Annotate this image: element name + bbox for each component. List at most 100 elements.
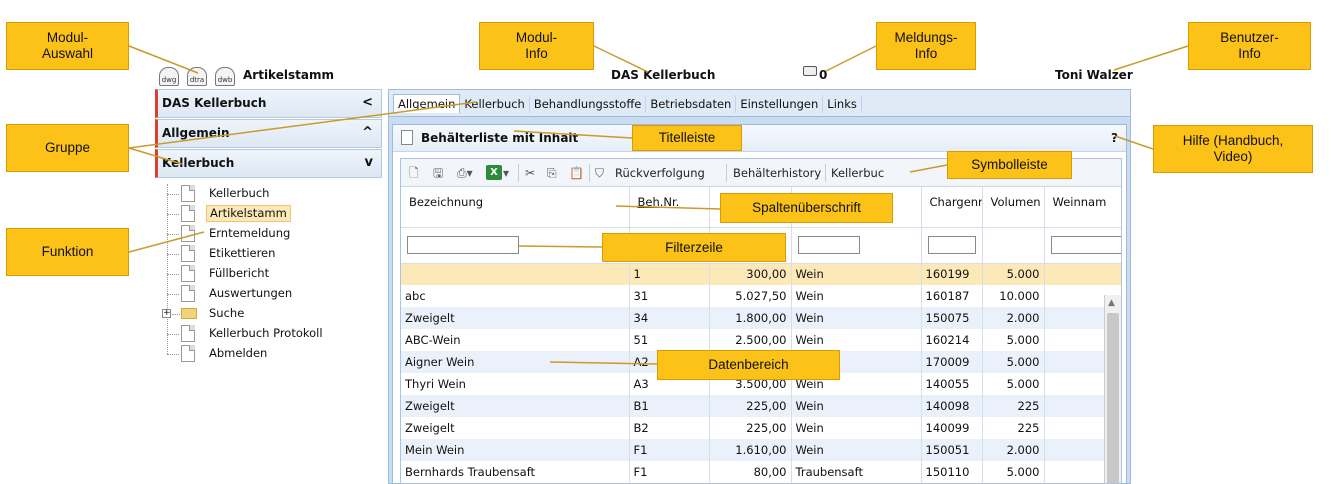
- sidebar-item-etikettieren[interactable]: Etikettieren: [155, 244, 382, 264]
- sidebar-item-label: Etikettieren: [209, 246, 276, 260]
- module-dtra-icon[interactable]: dtra: [187, 67, 207, 86]
- group-kellerbuch[interactable]: Kellerbuch v: [155, 149, 382, 178]
- group-label: Allgemein: [162, 126, 230, 140]
- table-row[interactable]: Bernhards Traubensaft F1 80,00 Traubensaft 1…: [401, 461, 1121, 483]
- paste-icon[interactable]: 📋: [569, 164, 584, 182]
- sidebar-item-fuellbericht[interactable]: Füllbericht: [155, 264, 382, 284]
- table-row[interactable]: Zweigelt B1 225,00 Wein 140098 225: [401, 395, 1121, 417]
- callout-funktion: Funktion: [6, 228, 129, 276]
- sidebar-item-label: Erntemeldung: [209, 226, 291, 240]
- scrollbar-thumb[interactable]: [1107, 313, 1119, 483]
- sidebar-item-auswertungen[interactable]: Auswertungen: [155, 284, 382, 304]
- chevron-down-icon[interactable]: ▾: [503, 164, 509, 182]
- sidebar-item-abmelden[interactable]: Abmelden: [155, 344, 382, 364]
- callout-hilfe: Hilfe (Handbuch, Video): [1153, 125, 1313, 173]
- folder-icon: [181, 308, 197, 319]
- filter-icon[interactable]: ⛉: [595, 164, 604, 182]
- document-icon: [181, 325, 195, 342]
- user-info[interactable]: Toni Walzer: [1055, 68, 1133, 82]
- document-icon: [181, 345, 195, 362]
- toolbar-link-kellerbuch[interactable]: Kellerbuc: [831, 166, 884, 180]
- callout-symbolleiste: Symbolleiste: [947, 151, 1072, 179]
- callout-titelleiste: Titelleiste: [632, 125, 742, 151]
- messages[interactable]: 0: [803, 64, 827, 82]
- tab-einstellungen[interactable]: Einstellungen: [736, 95, 824, 113]
- callout-gruppe: Gruppe: [6, 124, 129, 172]
- table-row[interactable]: Mein Wein F1 1.610,00 Wein 150051 2.000: [401, 439, 1121, 461]
- column-header-bezeichnung[interactable]: Bezeichnung: [401, 187, 630, 228]
- save-icon[interactable]: 🖫: [433, 164, 443, 182]
- sidebar-item-label: Füllbericht: [209, 266, 270, 280]
- callout-meldungs-info: Meldungs- Info: [876, 22, 976, 70]
- column-header-volumen[interactable]: Volumen: [982, 187, 1045, 228]
- sidebar-item-label: Kellerbuch Protokoll: [209, 326, 323, 340]
- column-header-weinname[interactable]: Weinnam: [1044, 187, 1121, 228]
- tab-kellerbuch[interactable]: Kellerbuch: [460, 95, 530, 113]
- filter-input-bezeichnung[interactable]: [407, 236, 519, 254]
- tab-links[interactable]: Links: [823, 95, 862, 113]
- module-dwb-icon[interactable]: dwb: [215, 67, 235, 86]
- filter-input[interactable]: [797, 236, 860, 254]
- callout-datenbereich: Datenbereich: [657, 350, 840, 380]
- sidebar-item-label: Auswertungen: [209, 286, 293, 300]
- tab-betriebsdaten[interactable]: Betriebsdaten: [646, 95, 737, 113]
- sidebar-item-artikelstamm[interactable]: Artikelstamm: [155, 204, 382, 224]
- module-info: DAS Kellerbuch: [611, 68, 716, 82]
- table-row[interactable]: ABC-Wein 51 2.500,00 Wein 160214 5.000: [401, 329, 1121, 351]
- sidebar-item-label: Artikelstamm: [206, 205, 291, 222]
- sidebar-item-label: Suche: [209, 306, 245, 320]
- document-icon: [181, 265, 195, 282]
- callout-modul-info: Modul- Info: [479, 22, 594, 70]
- main-area: Allgemein Kellerbuch Behandlungsstoffe Betr…: [388, 89, 1131, 484]
- tab-bar: Allgemein Kellerbuch Behandlungsstoffe Betr…: [389, 90, 1130, 117]
- callout-spaltenueberschrift: Spaltenüberschrift: [720, 193, 893, 223]
- new-document-icon[interactable]: 🗋: [409, 164, 419, 182]
- function-tree: Kellerbuch Artikelstamm Erntemeldung Eti…: [155, 184, 382, 364]
- chevron-left-icon: <: [362, 95, 373, 110]
- excel-icon[interactable]: X: [486, 165, 502, 180]
- sidebar-item-label: Kellerbuch: [209, 186, 270, 200]
- document-icon: [181, 185, 195, 202]
- sidebar-item-erntemeldung[interactable]: Erntemeldung: [155, 224, 382, 244]
- tab-behandlungsstoffe[interactable]: Behandlungsstoffe: [530, 95, 647, 113]
- group-label: Kellerbuch: [162, 156, 235, 170]
- expand-icon[interactable]: +: [162, 309, 171, 318]
- chevron-down-icon: v: [364, 155, 373, 170]
- top-bar: dwg dtra dwb Artikelstamm DAS Kellerbuch…: [155, 60, 1331, 88]
- group-das-kellerbuch[interactable]: DAS Kellerbuch <: [155, 89, 382, 118]
- toolbar-link-behaelterhistory[interactable]: Behälterhistory: [733, 166, 821, 180]
- filter-input-weinname[interactable]: [1050, 236, 1121, 254]
- table-row[interactable]: 1 300,00 Wein 160199 5.000: [401, 263, 1121, 285]
- vertical-scrollbar[interactable]: ▲: [1104, 295, 1121, 483]
- chevron-up-icon: ^: [362, 125, 373, 140]
- sidebar-item-suche[interactable]: + Suche: [155, 304, 382, 324]
- help-button[interactable]: ?: [1111, 131, 1118, 145]
- group-allgemein[interactable]: Allgemein ^: [155, 119, 382, 148]
- module-dwg-icon[interactable]: dwg: [159, 67, 179, 86]
- sidebar: DAS Kellerbuch < Allgemein ^ Kellerbuch …: [155, 89, 382, 484]
- document-icon: [401, 130, 413, 145]
- column-header-chargennr[interactable]: Chargenr: [921, 187, 983, 228]
- document-icon: [181, 205, 195, 222]
- callout-filterzeile: Filterzeile: [602, 233, 786, 262]
- table-row[interactable]: Zweigelt 34 1.800,00 Wein 150075 2.000: [401, 307, 1121, 329]
- toolbar-link-rueckverfolgung[interactable]: Rückverfolgung: [615, 166, 705, 180]
- sidebar-item-kellerbuch[interactable]: Kellerbuch: [155, 184, 382, 204]
- print-icon[interactable]: ⎙▾: [457, 164, 473, 182]
- filter-input-chargennr[interactable]: [927, 236, 976, 254]
- tab-allgemein[interactable]: Allgemein: [393, 94, 461, 113]
- sidebar-item-kellerbuch-protokoll[interactable]: Kellerbuch Protokoll: [155, 324, 382, 344]
- table-row[interactable]: abc 31 5.027,50 Wein 160187 10.000: [401, 285, 1121, 307]
- scroll-up-icon[interactable]: ▲: [1108, 298, 1115, 308]
- copy-icon[interactable]: ⎘: [547, 164, 557, 182]
- sidebar-item-label: Abmelden: [209, 346, 268, 360]
- document-icon: [181, 285, 195, 302]
- title-bar: Behälterliste mit Inhalt ?: [393, 125, 1126, 152]
- callout-modul-auswahl: Modul- Auswahl: [6, 22, 129, 70]
- document-icon: [181, 245, 195, 262]
- cut-icon[interactable]: ✂: [525, 164, 535, 182]
- callout-benutzer-info: Benutzer- Info: [1188, 22, 1311, 70]
- article-table: Bezeichnung Beh.Nr. Chargenr Volumen Wei…: [401, 187, 1121, 483]
- column-header-beh-nr[interactable]: Beh.Nr.: [629, 187, 710, 228]
- table-row[interactable]: Zweigelt B2 225,00 Wein 140099 225: [401, 417, 1121, 439]
